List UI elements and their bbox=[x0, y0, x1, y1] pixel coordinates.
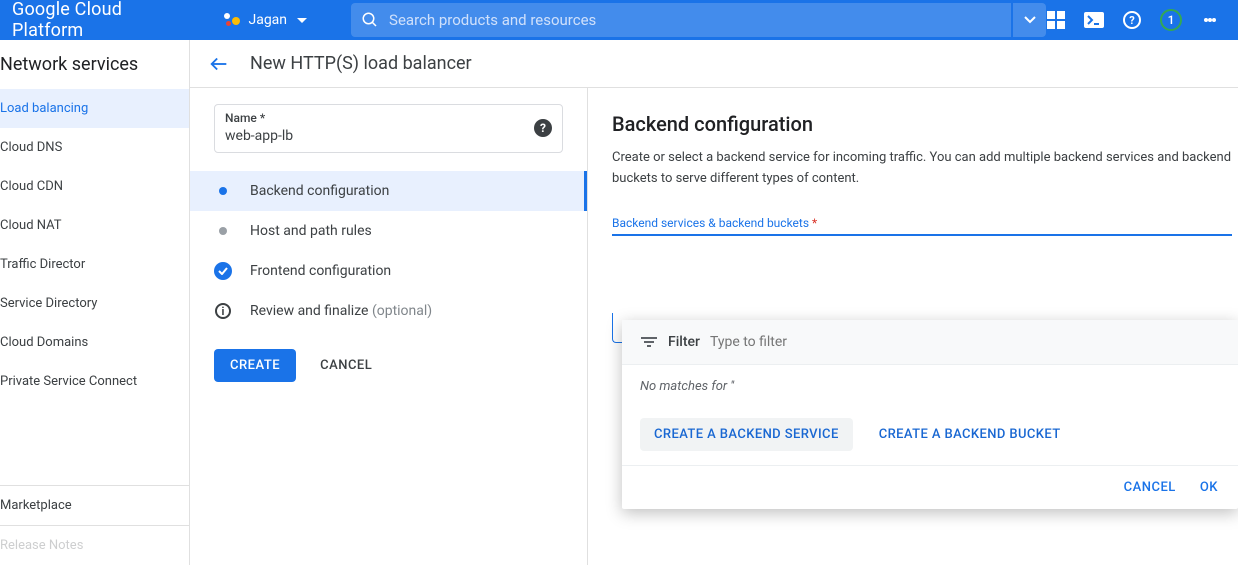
create-backend-service-button[interactable]: CREATE A BACKEND SERVICE bbox=[640, 418, 853, 451]
sidebar-item-release-notes[interactable]: Release Notes bbox=[0, 526, 189, 565]
backend-dropdown-panel: Filter No matches for '' CREATE A BACKEN… bbox=[622, 320, 1238, 509]
backend-config-desc: Create or select a backend service for i… bbox=[612, 148, 1232, 190]
project-selector[interactable]: Jagan bbox=[216, 11, 315, 29]
filter-icon bbox=[640, 337, 658, 347]
more-menu-icon[interactable] bbox=[1200, 10, 1220, 30]
search-box[interactable] bbox=[351, 3, 1011, 37]
sidebar-item-traffic-director[interactable]: Traffic Director bbox=[0, 245, 189, 284]
filter-input[interactable] bbox=[710, 334, 888, 350]
project-name: Jagan bbox=[248, 12, 287, 28]
search-dropdown-toggle[interactable] bbox=[1013, 3, 1046, 37]
cancel-button[interactable]: CANCEL bbox=[320, 358, 372, 373]
gcp-logo: Google Cloud Platform bbox=[12, 0, 192, 41]
step-review-finalize[interactable]: i Review and finalize (optional) bbox=[190, 291, 587, 331]
cloud-shell-icon[interactable] bbox=[1084, 10, 1104, 30]
sidebar-item-load-balancing[interactable]: Load balancing bbox=[0, 89, 189, 128]
backend-config-pane: Backend configuration Create or select a… bbox=[588, 88, 1238, 565]
svg-text:?: ? bbox=[1129, 14, 1135, 27]
sidebar-item-marketplace[interactable]: Marketplace bbox=[0, 486, 189, 525]
page-header: New HTTP(S) load balancer bbox=[190, 40, 1238, 88]
name-label: Name* bbox=[225, 111, 522, 125]
chevron-down-icon bbox=[297, 18, 307, 23]
sidebar-title: Network services bbox=[0, 40, 189, 89]
bullet-active-icon bbox=[219, 187, 227, 195]
wizard-steps: Backend configuration Host and path rule… bbox=[190, 171, 587, 331]
panel-cancel-button[interactable]: CANCEL bbox=[1124, 480, 1176, 495]
search-icon bbox=[351, 11, 389, 29]
create-backend-bucket-button[interactable]: CREATE A BACKEND BUCKET bbox=[875, 418, 1065, 451]
top-app-bar: Google Cloud Platform Jagan ? 1 bbox=[0, 0, 1238, 40]
back-arrow-icon[interactable] bbox=[208, 53, 230, 75]
search-input[interactable] bbox=[389, 11, 1011, 29]
info-circle-icon: i bbox=[215, 303, 231, 319]
help-icon[interactable]: ? bbox=[534, 119, 552, 137]
bullet-pending-icon bbox=[219, 227, 227, 235]
top-icon-bar: ? 1 bbox=[1046, 9, 1230, 31]
notifications-badge[interactable]: 1 bbox=[1160, 9, 1182, 31]
create-button[interactable]: CREATE bbox=[214, 349, 296, 382]
page-title: New HTTP(S) load balancer bbox=[250, 53, 472, 74]
sidebar-item-service-directory[interactable]: Service Directory bbox=[0, 284, 189, 323]
step-backend-configuration[interactable]: Backend configuration bbox=[190, 171, 587, 211]
sidebar-item-cloud-dns[interactable]: Cloud DNS bbox=[0, 128, 189, 167]
filter-row[interactable]: Filter bbox=[622, 320, 1238, 365]
sidebar-item-private-service-connect[interactable]: Private Service Connect bbox=[0, 362, 189, 401]
backend-dropdown-label: Backend services & backend buckets* bbox=[612, 216, 1238, 230]
check-circle-icon bbox=[214, 262, 232, 280]
name-field[interactable]: Name* ? bbox=[214, 104, 563, 153]
sidebar-item-cloud-cdn[interactable]: Cloud CDN bbox=[0, 167, 189, 206]
sidebar: Network services Load balancing Cloud DN… bbox=[0, 40, 190, 565]
panel-ok-button[interactable]: OK bbox=[1200, 480, 1218, 495]
name-input[interactable] bbox=[225, 128, 522, 144]
backend-dropdown-underline bbox=[612, 234, 1232, 236]
wizard-left-pane: Name* ? Backend configuration Host and p… bbox=[190, 88, 588, 565]
step-host-path-rules[interactable]: Host and path rules bbox=[190, 211, 587, 251]
no-matches-text: No matches for '' bbox=[622, 365, 1238, 408]
gift-icon[interactable] bbox=[1046, 10, 1066, 30]
step-frontend-configuration[interactable]: Frontend configuration bbox=[190, 251, 587, 291]
filter-label: Filter bbox=[668, 334, 700, 350]
sidebar-item-cloud-domains[interactable]: Cloud Domains bbox=[0, 323, 189, 362]
help-icon[interactable]: ? bbox=[1122, 10, 1142, 30]
project-icon bbox=[224, 11, 242, 29]
sidebar-item-cloud-nat[interactable]: Cloud NAT bbox=[0, 206, 189, 245]
backend-config-title: Backend configuration bbox=[612, 112, 1238, 136]
